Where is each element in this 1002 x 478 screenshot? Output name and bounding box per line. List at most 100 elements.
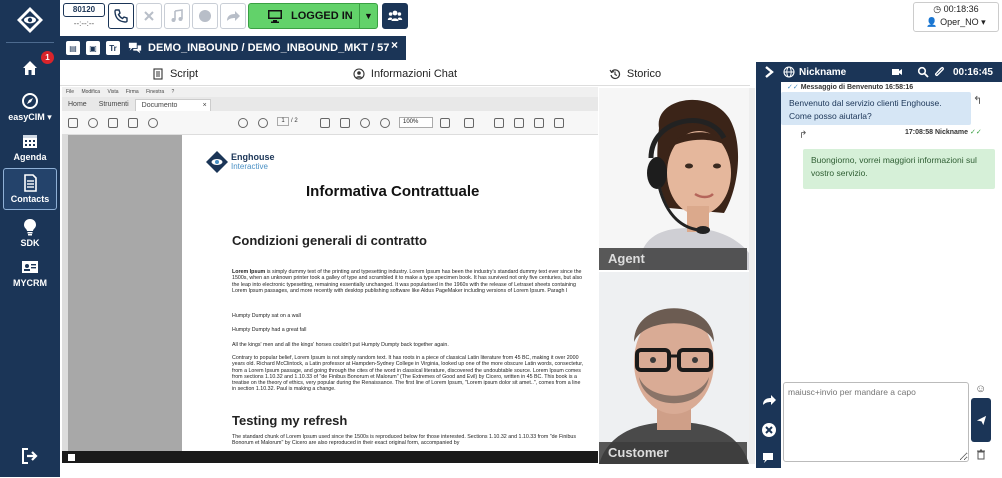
chat-message-input[interactable] [783,382,969,462]
login-dropdown-toggle[interactable]: ▼ [359,4,377,28]
team-button[interactable] [382,3,408,29]
calendar-icon [23,135,37,148]
emoji-icon[interactable]: ☺ [975,383,987,395]
nav-item-easycim[interactable]: easyCIM ▾ [3,86,57,128]
nav-item-home[interactable]: 1 [3,48,57,90]
upload-icon[interactable] [108,118,118,128]
reply-icon[interactable]: ↰ [973,94,982,107]
nav-item-contacts[interactable]: Contacts [3,168,57,210]
viewer-gutter [68,135,182,463]
document-paragraph-6: The standard chunk of Lorem Ipsum used s… [232,434,577,447]
extension-indicator[interactable]: 80120 --:--:-- [63,3,105,31]
contact-tab-icon[interactable]: ▣ [86,41,100,55]
search-icon[interactable] [917,66,929,78]
zoom-select[interactable]: 100% [399,117,433,128]
enghouse-logo-icon[interactable] [16,6,44,34]
tab-chat-info[interactable]: Informazioni Chat [290,62,520,85]
fit-page-icon[interactable] [440,118,450,128]
viewer-tab-tools[interactable]: Strumenti [93,99,135,111]
chat-message-outgoing: Buongiorno, vorrei maggiori informazioni… [803,149,995,189]
viewer-tab-home[interactable]: Home [62,99,93,111]
scroll-mode-icon[interactable] [464,118,474,128]
send-button[interactable] [971,398,991,442]
search-icon[interactable] [148,118,158,128]
chat-bubbles-icon[interactable] [761,450,777,466]
record-button[interactable] [192,3,218,29]
menu-sign[interactable]: Firma [126,89,139,95]
enghouse-emblem-icon [206,151,228,173]
operator-menu[interactable]: 👤 Oper_NO ▾ [914,16,998,29]
next-page-icon[interactable] [258,118,268,128]
attachment-icon[interactable] [933,66,945,78]
customer-video: Customer [599,272,749,464]
login-status-button[interactable]: LOGGED IN ▼ [248,3,378,29]
document-paragraph-3: Humpty Dumpty had a great fall [232,327,307,333]
video-camera-icon[interactable] [891,66,903,78]
left-navigation: 1 easyCIM ▾ Agenda Contacts SDK MYCRM [0,0,60,477]
phone-icon [114,9,128,23]
close-tab-button[interactable]: × [391,38,398,52]
chat-messages: ✓✓ Messaggio di Benvenuto 16:58:16 Benve… [781,82,1002,378]
comment-icon[interactable] [494,118,504,128]
prev-page-icon[interactable] [238,118,248,128]
nav-item-mycrm[interactable]: MYCRM [3,252,57,294]
top-toolbar: 80120 --:--:-- LOGGED IN ▼ ◷ 00:18:36 👤 … [60,0,1002,36]
menu-window[interactable]: Finestra [146,89,164,95]
reply-icon[interactable]: ↱ [799,130,807,141]
nav-label-contacts: Contacts [10,194,50,204]
sign-icon[interactable] [554,118,564,128]
highlight-icon[interactable] [514,118,524,128]
print-icon[interactable] [128,118,138,128]
script-tab-icon[interactable]: ▤ [66,41,80,55]
chat-header: Nickname 00:16:45 [757,62,1002,82]
forward-icon [227,11,240,21]
menu-help[interactable]: ? [172,89,175,95]
forward-chat-icon[interactable] [761,392,777,408]
hand-icon[interactable] [340,118,350,128]
notification-badge: 1 [41,51,54,64]
hangup-button[interactable] [136,3,162,29]
globe-icon [783,66,795,78]
nav-item-agenda[interactable]: Agenda [3,126,57,168]
page-total: / 2 [291,118,298,124]
nav-item-sdk[interactable]: SDK [3,212,57,254]
chat-nickname: Nickname [799,66,847,78]
page-number-input[interactable]: 1 [277,117,289,126]
save-icon[interactable] [68,118,78,128]
music-hold-button[interactable] [164,3,190,29]
chat-input-area: ☺ [781,380,1002,466]
windows-icon[interactable] [68,454,75,461]
tab-script[interactable]: Script [60,62,290,85]
interaction-tab[interactable]: ▤ ▣ Tr DEMO_INBOUND / DEMO_INBOUND_MKT /… [60,36,406,60]
bookmark-icon[interactable] [88,118,98,128]
message-meta-outgoing-text: 17:08:58 Nickname [905,129,969,136]
transfer-button[interactable] [220,3,246,29]
message-meta-outgoing: 17:08:58 Nickname ✓✓ [905,128,982,136]
zoom-in-icon[interactable] [380,118,390,128]
menu-view[interactable]: Vista [107,89,118,95]
trash-icon[interactable] [975,448,987,460]
expand-chat-button[interactable] [757,66,781,78]
pointer-icon[interactable] [320,118,330,128]
call-button[interactable] [108,3,134,29]
menu-edit[interactable]: Modifica [81,89,100,95]
clock-icon: ◷ [933,4,944,14]
logout-button[interactable] [3,436,57,478]
session-clock[interactable]: ◷ 00:18:36 👤 Oper_NO ▾ [913,2,999,32]
viewer-tab-document[interactable]: Documento Inform...× [134,99,211,121]
zoom-out-icon[interactable] [360,118,370,128]
os-taskbar [62,451,598,463]
text-tab-icon[interactable]: Tr [106,41,120,55]
operator-icon: 👤 [926,17,941,27]
clock-value: 00:18:36 [943,4,979,14]
tab-history[interactable]: Storico [520,62,750,85]
brand-name: Enghouse [231,152,275,162]
monitor-icon [268,10,282,23]
customer-video-label: Customer [599,442,747,464]
video-scrollbar[interactable] [749,88,755,464]
draw-icon[interactable] [534,118,544,128]
home-icon [23,61,37,75]
close-chat-icon[interactable] [761,422,777,438]
menu-file[interactable]: File [66,89,74,95]
document-paragraph-1: Lorem Ipsum is simply dummy text of the … [232,269,584,294]
